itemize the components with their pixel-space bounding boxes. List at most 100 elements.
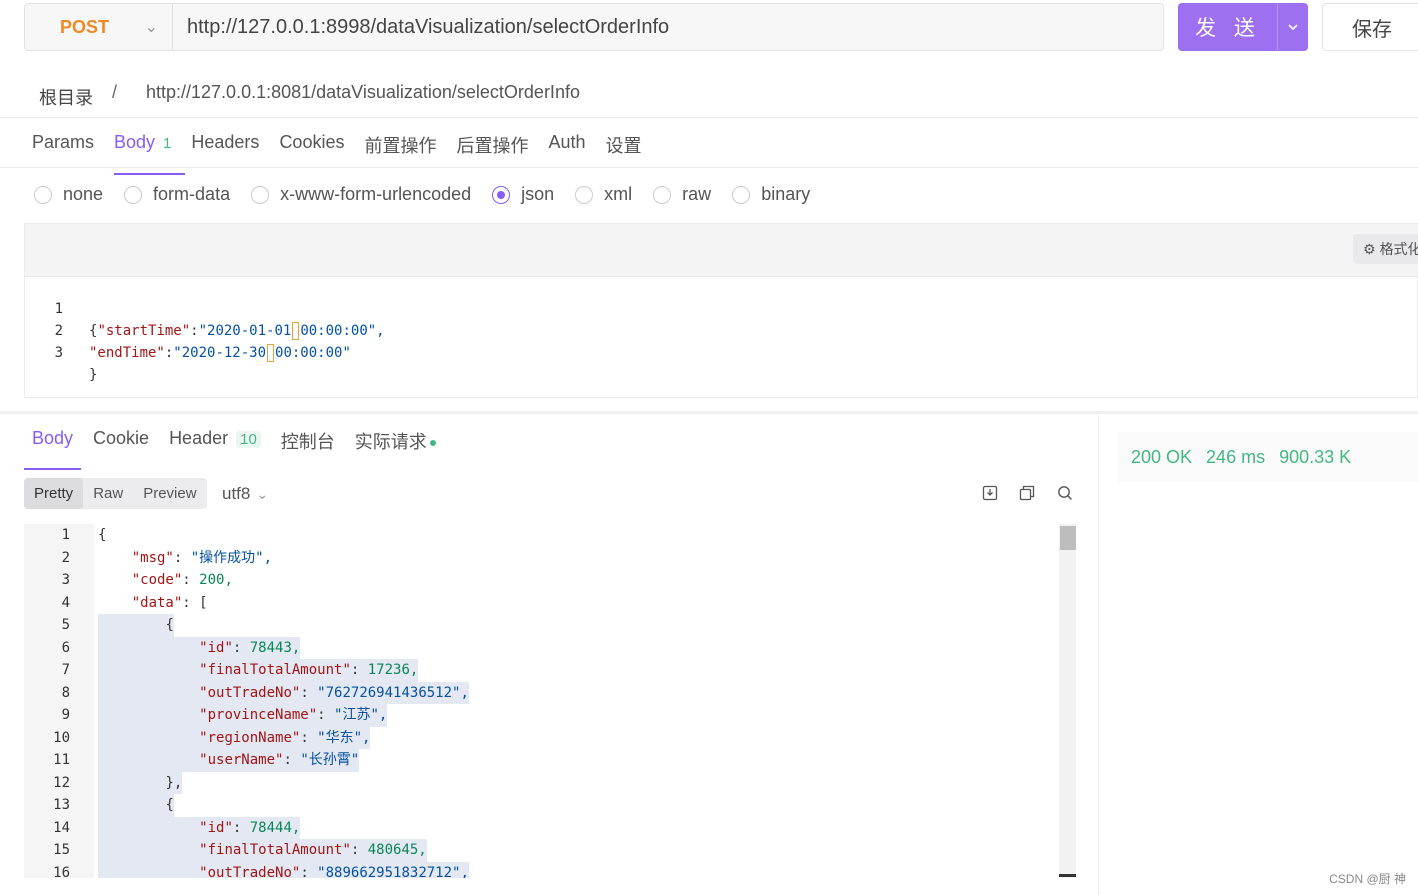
radio-circle xyxy=(124,185,143,204)
send-options-button[interactable] xyxy=(1277,3,1308,51)
tab-pre-operations[interactable]: 前置操作 xyxy=(364,128,436,168)
radio-xml[interactable]: xml xyxy=(575,184,632,205)
tab-label: Headers xyxy=(191,132,260,152)
save-button[interactable]: 保存 xyxy=(1322,3,1418,51)
json-key: "finalTotalAmount" xyxy=(199,662,351,678)
json-key: "startTime" xyxy=(97,323,191,339)
tab-headers[interactable]: Headers xyxy=(191,128,259,168)
breadcrumb-separator: / xyxy=(112,82,118,102)
tab-response-header[interactable]: Header 10 xyxy=(169,424,261,458)
tab-post-operations[interactable]: 后置操作 xyxy=(456,128,528,168)
radio-label: form-data xyxy=(153,184,231,204)
tab-cookies[interactable]: Cookies xyxy=(279,128,344,168)
response-line: 3 "code": 200, xyxy=(24,569,1064,592)
format-icon: ⚙ xyxy=(1363,240,1376,257)
tab-response-cookie[interactable]: Cookie xyxy=(93,424,149,458)
response-line: 14 "id": 78444, xyxy=(24,816,1064,839)
radio-label: xml xyxy=(604,184,633,204)
radio-label: json xyxy=(521,184,555,204)
tab-response-body[interactable]: Body xyxy=(23,424,82,470)
scrollbar-thumb[interactable] xyxy=(1060,526,1076,550)
view-mode-switch: Pretty Raw Preview xyxy=(24,478,207,509)
header-count-badge: 10 xyxy=(236,431,261,448)
download-icon[interactable] xyxy=(981,484,999,502)
radio-json[interactable]: json xyxy=(492,184,554,205)
response-line: 7 "finalTotalAmount": 17236, xyxy=(24,659,1064,682)
tab-label: Header xyxy=(169,428,229,448)
chevron-down-icon: ⌄ xyxy=(144,19,158,36)
radio-form-data[interactable]: form-data xyxy=(124,184,230,205)
line-number: 14 xyxy=(53,819,70,836)
json-key: "finalTotalAmount" xyxy=(199,842,351,858)
json-value: 78444, xyxy=(249,819,301,836)
json-key: "msg" xyxy=(131,549,174,566)
line-text: "id": 78444, xyxy=(98,816,301,839)
response-line: 2 "msg": "操作成功", xyxy=(24,547,1064,570)
panel-divider[interactable] xyxy=(1098,414,1099,895)
json-value: { xyxy=(165,617,174,633)
response-time: 246 ms xyxy=(1206,446,1266,467)
response-line: 6 "id": 78443, xyxy=(24,636,1064,659)
radio-raw[interactable]: raw xyxy=(653,184,711,205)
line-number: 4 xyxy=(61,594,70,611)
format-button[interactable]: ⚙ 格式化 xyxy=(1353,234,1418,264)
tab-settings[interactable]: 设置 xyxy=(606,128,642,168)
view-preview[interactable]: Preview xyxy=(133,478,206,509)
response-status: 200 OK 246 ms 900.33 K xyxy=(1118,432,1418,482)
editor-line: 3 } xyxy=(25,320,98,383)
body-type-group: none form-data x-www-form-urlencoded jso… xyxy=(34,184,831,205)
copy-icon[interactable] xyxy=(1018,484,1036,502)
radio-none[interactable]: none xyxy=(34,184,103,205)
chevron-down-icon: ⌄ xyxy=(256,486,269,502)
line-number: 9 xyxy=(61,707,70,723)
whitespace-marker xyxy=(267,344,275,362)
json-value: 480645, xyxy=(367,842,427,858)
encoding-select[interactable]: utf8 ⌄ xyxy=(222,484,268,504)
request-tabs: Params Body 1 Headers Cookies 前置操作 后置操作 A… xyxy=(32,128,662,175)
response-tabs: Body Cookie Header 10 控制台 实际请求 xyxy=(23,424,456,470)
json-key: "outTradeNo" xyxy=(199,864,301,879)
method-select[interactable]: POST ⌄ xyxy=(25,4,173,50)
breadcrumb-root[interactable]: 根目录 xyxy=(39,84,93,110)
json-value: "华东", xyxy=(317,729,371,746)
tab-console[interactable]: 控制台 xyxy=(281,424,335,458)
format-label: 格式化 xyxy=(1379,241,1418,257)
view-raw[interactable]: Raw xyxy=(83,478,133,509)
url-input[interactable]: http://127.0.0.1:8998/dataVisualization/… xyxy=(187,4,669,50)
json-value: "2020-01-01 xyxy=(198,323,292,339)
line-text: "provinceName": "江苏", xyxy=(98,704,388,727)
response-scrollbar[interactable] xyxy=(1059,524,1076,878)
tab-actual-request[interactable]: 实际请求 xyxy=(355,424,436,458)
search-icon[interactable] xyxy=(1056,484,1074,502)
radio-urlencoded[interactable]: x-www-form-urlencoded xyxy=(251,184,471,205)
section-divider[interactable] xyxy=(0,411,1418,414)
view-pretty[interactable]: Pretty xyxy=(24,478,84,509)
line-text: "endTime":"2020-12-30 00:00:00" xyxy=(89,344,351,362)
radio-binary[interactable]: binary xyxy=(732,184,810,205)
radio-circle xyxy=(575,185,594,204)
line-text: "outTradeNo": "889662951832712", xyxy=(98,861,469,879)
tab-params[interactable]: Params xyxy=(32,128,94,168)
body-count-badge: 1 xyxy=(163,135,172,152)
tab-label: 后置操作 xyxy=(456,136,529,156)
tab-label: 控制台 xyxy=(280,432,335,452)
radio-circle xyxy=(732,185,751,204)
response-line: 4 "data": [ xyxy=(24,592,1064,615)
body-editor[interactable]: ⚙ 格式化 1 {"startTime":"2020-01-01 00:00:00… xyxy=(24,223,1418,398)
response-viewer[interactable]: 1{2 "msg": "操作成功", 3 "code": 200, 4 "data"… xyxy=(24,524,1078,878)
tab-auth[interactable]: Auth xyxy=(548,128,585,168)
send-button[interactable]: 发 送 xyxy=(1178,3,1278,51)
radio-label: binary xyxy=(761,184,811,204)
json-key: "id" xyxy=(199,819,233,836)
tab-body[interactable]: Body 1 xyxy=(114,128,186,175)
tab-label: 实际请求 xyxy=(354,432,427,452)
